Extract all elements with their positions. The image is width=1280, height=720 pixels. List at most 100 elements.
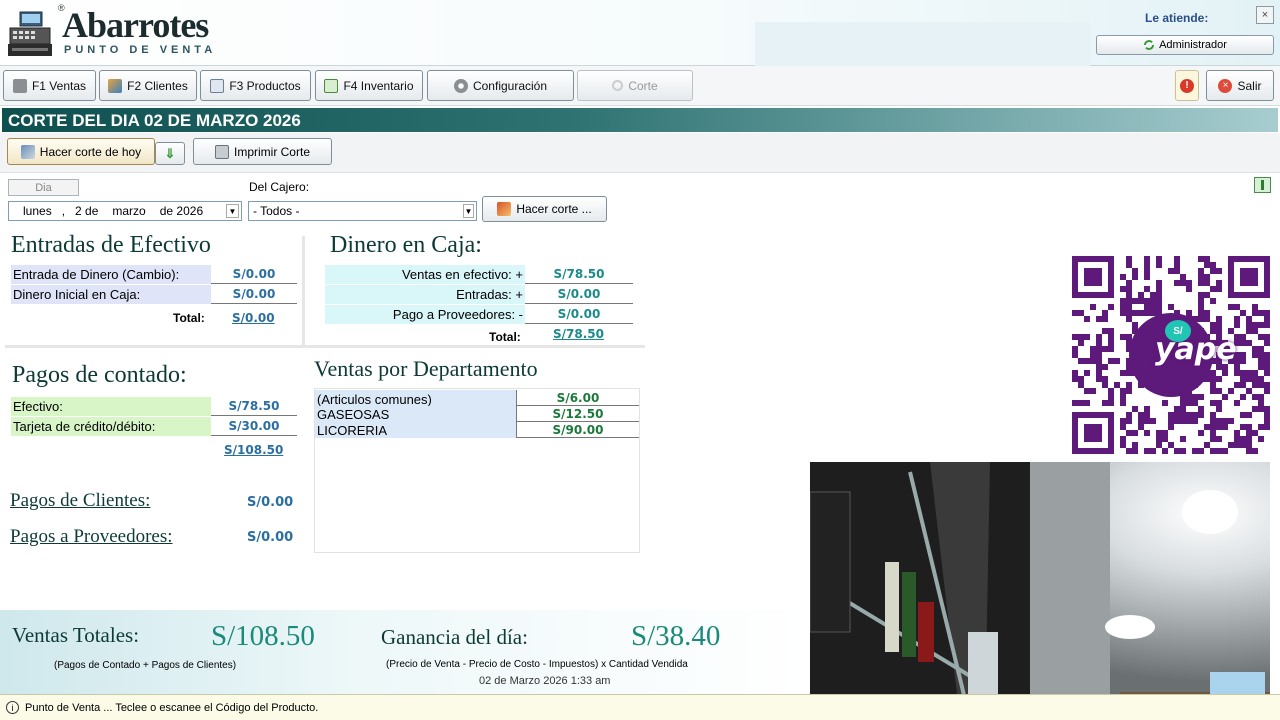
cash-pay-card-value: S/30.00 xyxy=(228,419,280,433)
tab-configuracion[interactable]: Configuración xyxy=(427,70,574,101)
dept-table: (Articulos comunes) S/6.00 GASEOSAS S/12… xyxy=(314,388,640,553)
tab-inventario-label: F4 Inventario xyxy=(343,78,414,93)
do-cut-today-label: Hacer corte de hoy xyxy=(39,144,142,159)
tab-ventas[interactable]: F1 Ventas xyxy=(3,70,96,101)
refresh-icon xyxy=(1144,40,1155,50)
cash-in-row-value: S/0.00 xyxy=(211,285,297,304)
alert-button[interactable]: ! xyxy=(1175,70,1199,101)
register-icon xyxy=(12,78,27,93)
cashier-select[interactable]: - Todos - ▼ xyxy=(248,201,477,221)
cash-in-row-label: Dinero Inicial en Caja: xyxy=(11,285,211,304)
tab-day[interactable]: Dia xyxy=(8,179,79,196)
user-name: Administrador xyxy=(1159,39,1227,51)
cash-in-total-label: Total: xyxy=(173,311,205,325)
user-button[interactable]: Administrador xyxy=(1096,35,1274,55)
print-cut-button[interactable]: Imprimir Corte xyxy=(193,138,332,165)
date-month: marzo xyxy=(112,204,146,218)
app-logo-subtitle: PUNTO DE VENTA xyxy=(64,44,217,56)
webcam-image xyxy=(810,462,1270,720)
profit-value: S/38.40 xyxy=(631,620,721,652)
total-sales-label: Ventas Totales: xyxy=(12,623,140,647)
in-box-entries-label: Entradas: + xyxy=(456,287,523,302)
dept-row-value: S/90.00 xyxy=(552,422,604,437)
dept-row-value: S/6.00 xyxy=(556,390,600,405)
webcam-overlay xyxy=(810,462,1270,720)
table-cell: S/6.00 xyxy=(516,390,639,406)
cash-in-initial-value: S/0.00 xyxy=(232,287,276,301)
cash-pay-title: Pagos de contado: xyxy=(12,362,187,388)
tab-inventario[interactable]: F4 Inventario xyxy=(315,70,423,101)
registered-mark: ® xyxy=(58,3,65,13)
info-icon: i xyxy=(6,701,19,714)
cash-pay-row-label: Tarjeta de crédito/débito: xyxy=(11,417,211,436)
cashier-label: Del Cajero: xyxy=(249,180,310,194)
cash-in-change-label: Entrada de Dinero (Cambio): xyxy=(13,267,180,282)
app-logo: Abarrotes xyxy=(62,5,209,45)
printer-icon xyxy=(214,144,229,159)
tab-ventas-label: F1 Ventas xyxy=(31,78,87,93)
cash-pay-row-value: S/30.00 xyxy=(211,417,297,436)
cut-dropdown-button[interactable]: ⇓ xyxy=(155,142,185,165)
tab-day-label: Dia xyxy=(35,181,52,194)
dept-row-label: LICORERIA xyxy=(317,422,388,438)
dept-row-label: (Articulos comunes) xyxy=(317,392,432,407)
do-cut-label: Hacer corte ... xyxy=(516,202,592,216)
dept-row-value: S/12.50 xyxy=(552,406,604,421)
cash-register-icon xyxy=(8,11,52,56)
cash-in-initial-label: Dinero Inicial en Caja: xyxy=(13,287,141,302)
total-sales-note: (Pagos de Contado + Pagos de Clientes) xyxy=(54,660,237,671)
total-sales-value: S/108.50 xyxy=(211,620,315,652)
chevron-down-icon: ▼ xyxy=(226,204,239,218)
tab-productos-label: F3 Productos xyxy=(229,78,301,93)
side-panel-toggle[interactable] xyxy=(1254,177,1271,193)
date-year: de 2026 xyxy=(159,204,204,218)
cash-pay-row-value: S/78.50 xyxy=(211,397,297,416)
supplier-payments-link[interactable]: Pagos a Proveedores: xyxy=(10,526,173,548)
close-button[interactable]: × xyxy=(1256,6,1274,24)
main-toolbar: F1 Ventas F2 Clientes F3 Productos F4 In… xyxy=(0,66,1280,106)
cash-pay-cash-value: S/78.50 xyxy=(228,399,280,413)
cash-in-row-label: Entrada de Dinero (Cambio): xyxy=(11,265,211,284)
cash-pay-total: S/108.50 xyxy=(224,443,284,457)
panel-icon xyxy=(1261,180,1264,190)
page-title: CORTE DEL DIA 02 DE MARZO 2026 xyxy=(8,111,301,130)
products-icon xyxy=(210,78,225,93)
table-row: LICORERIA xyxy=(315,422,516,438)
in-box-total-label: Total: xyxy=(489,330,521,344)
tab-clientes-label: F2 Clientes xyxy=(127,78,188,93)
in-box-row-label: Entradas: + xyxy=(325,285,525,304)
client-payments-link[interactable]: Pagos de Clientes: xyxy=(10,490,150,512)
divider xyxy=(5,345,645,348)
in-box-sales-value: S/78.50 xyxy=(553,267,605,281)
exit-button[interactable]: × Salir xyxy=(1206,70,1274,101)
tab-corte[interactable]: Corte xyxy=(577,70,693,101)
tab-configuracion-label: Configuración xyxy=(472,78,548,93)
broom-icon xyxy=(20,144,35,159)
page-title-bar: CORTE DEL DIA 02 DE MARZO 2026 xyxy=(2,108,1278,132)
in-box-sales-label: Ventas en efectivo: + xyxy=(401,267,523,282)
arrow-down-icon: ⇓ xyxy=(164,145,176,161)
in-box-row-value: S/0.00 xyxy=(525,285,633,304)
date-picker[interactable]: lunes , 2 de marzo de 2026 ▼ xyxy=(8,201,242,221)
tab-clientes[interactable]: F2 Clientes xyxy=(99,70,197,101)
do-cut-today-button[interactable]: Hacer corte de hoy xyxy=(7,138,155,165)
cashier-select-value: - Todos - xyxy=(253,204,300,218)
in-box-row-label: Ventas en efectivo: + xyxy=(325,265,525,284)
alert-icon: ! xyxy=(1180,78,1194,93)
tab-productos[interactable]: F3 Productos xyxy=(200,70,311,101)
cash-in-change-value: S/0.00 xyxy=(232,267,276,281)
do-cut-button[interactable]: Hacer corte ... xyxy=(482,196,607,222)
exit-icon: × xyxy=(1218,78,1233,93)
status-text: Punto de Venta ... Teclee o escanee el C… xyxy=(25,701,319,714)
inventory-icon xyxy=(324,78,339,93)
client-payments-value: S/0.00 xyxy=(247,495,294,510)
exit-label: Salir xyxy=(1237,78,1262,93)
status-bar: i Punto de Venta ... Teclee o escanee el… xyxy=(0,694,1280,720)
in-box-suppliers-label: Pago a Proveedores: - xyxy=(392,307,523,322)
cash-pay-card-label: Tarjeta de crédito/débito: xyxy=(13,419,156,434)
header-panel xyxy=(755,22,1090,66)
profit-note: (Precio de Venta - Precio de Costo - Imp… xyxy=(386,659,688,670)
timestamp: 02 de Marzo 2026 1:33 am xyxy=(479,675,611,687)
in-box-row-label: Pago a Proveedores: - xyxy=(325,305,525,324)
date-sep: , xyxy=(61,204,66,218)
